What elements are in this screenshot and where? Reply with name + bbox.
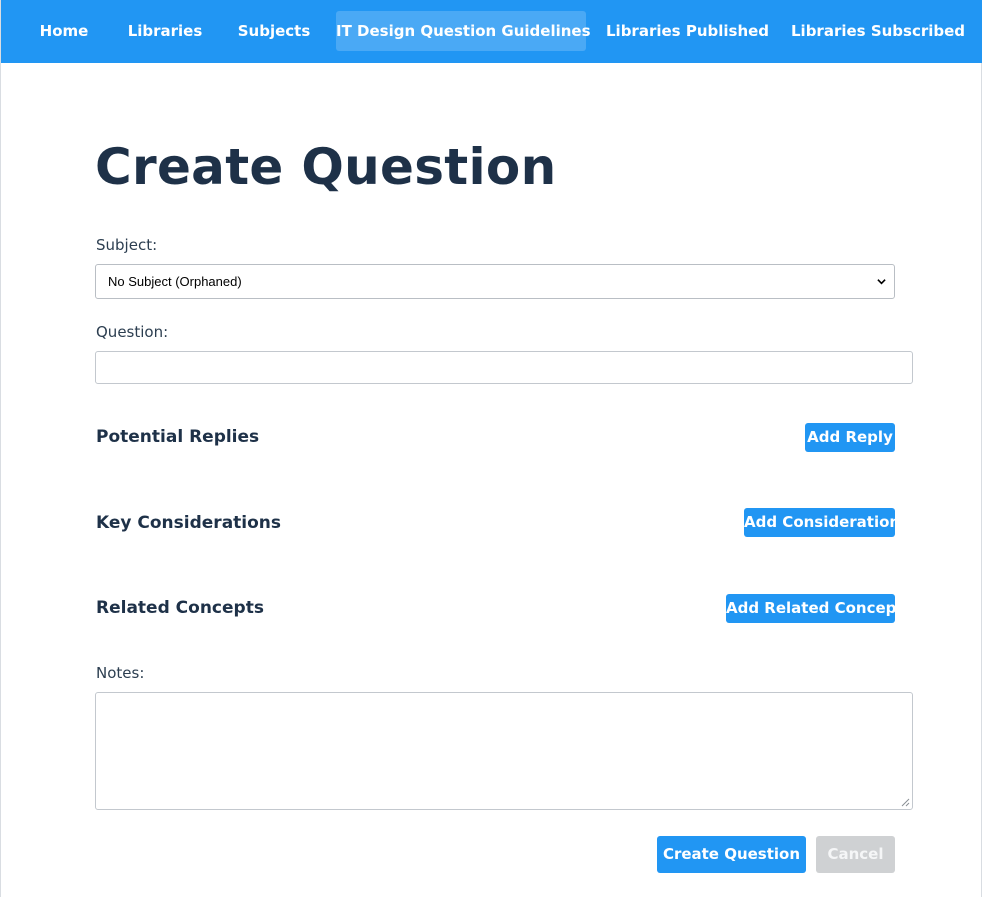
nav-libraries-subscribed[interactable]: Libraries Subscribed	[791, 11, 965, 51]
potential-replies-heading: Potential Replies	[96, 427, 260, 447]
cancel-button[interactable]: Cancel	[816, 836, 895, 873]
resize-grip-icon[interactable]	[900, 797, 910, 807]
question-label: Question:	[96, 323, 169, 341]
page-title: Create Question	[95, 138, 557, 196]
subject-label: Subject:	[96, 236, 158, 254]
notes-label: Notes:	[96, 664, 145, 682]
nav-subjects[interactable]: Subjects	[231, 11, 317, 51]
key-considerations-heading: Key Considerations	[96, 513, 282, 533]
related-concepts-heading: Related Concepts	[96, 598, 264, 618]
nav-libraries[interactable]: Libraries	[121, 11, 209, 51]
nav-libraries-published[interactable]: Libraries Published	[606, 11, 769, 51]
nav-it-design-guidelines[interactable]: IT Design Question Guidelines	[336, 11, 591, 51]
notes-textarea[interactable]	[95, 692, 913, 810]
nav-home[interactable]: Home	[29, 11, 99, 51]
add-reply-button[interactable]: Add Reply	[805, 423, 895, 452]
page-frame: Home Libraries Subjects IT Design Questi…	[0, 0, 982, 897]
create-question-button[interactable]: Create Question	[657, 836, 806, 873]
add-consideration-button[interactable]: Add Consideration	[744, 508, 900, 537]
top-navbar: Home Libraries Subjects IT Design Questi…	[1, 0, 982, 63]
question-input[interactable]	[95, 351, 913, 384]
add-related-concept-button[interactable]: Add Related Concept	[726, 594, 904, 623]
subject-selected-value: No Subject (Orphaned)	[108, 274, 242, 289]
subject-select[interactable]: No Subject (Orphaned)	[95, 264, 895, 299]
chevron-down-icon	[877, 279, 886, 285]
